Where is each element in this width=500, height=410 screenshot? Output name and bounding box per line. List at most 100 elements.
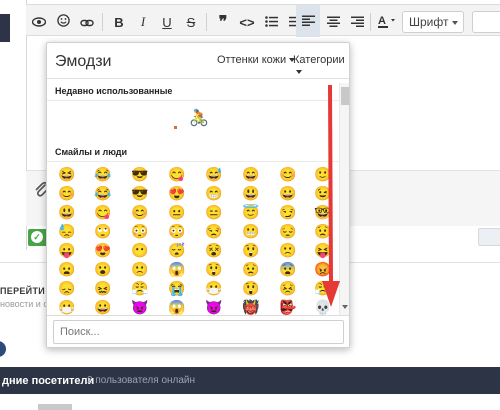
emoji-item[interactable]: 👺 (278, 298, 298, 316)
emoji-item[interactable]: 😞 (57, 279, 77, 297)
emoji-picker: Эмодзи Оттенки кожи Категории Недавно ис… (46, 42, 350, 348)
code-button[interactable]: <> (236, 11, 258, 33)
toolbar-divider (102, 13, 103, 31)
emoji-item[interactable]: 😃 (241, 184, 261, 202)
emoji-item[interactable]: 😑 (204, 203, 224, 221)
align-right-icon (350, 15, 364, 30)
emoji-picker-header: Эмодзи Оттенки кожи Категории (47, 43, 349, 79)
emoji-item[interactable]: 😲 (241, 279, 261, 297)
emoji-item[interactable]: 😣 (278, 279, 298, 297)
options-button[interactable] (478, 228, 500, 246)
emoji-item[interactable]: 👿 (130, 298, 150, 316)
emoji-item[interactable]: 😮 (93, 260, 113, 278)
emoji-item[interactable]: 😨 (278, 260, 298, 278)
emoji-item[interactable]: 😲 (204, 260, 224, 278)
recent-emoji[interactable]: 🚴 (189, 110, 209, 128)
font-select[interactable]: Шрифт (402, 11, 464, 33)
chevron-down-icon (452, 21, 458, 25)
emoji-item[interactable]: 😄 (241, 165, 261, 183)
text-color-button[interactable]: A (374, 11, 400, 33)
recent-section-title: Недавно использованные (55, 86, 173, 96)
underline-button[interactable]: U (156, 11, 178, 33)
visitors-count: 2 пользователя онлайн (87, 375, 196, 386)
emoji-item[interactable]: 😲 (241, 241, 261, 259)
align-right-button[interactable] (346, 11, 368, 33)
emoji-item[interactable]: 😷 (204, 279, 224, 297)
emoji-item[interactable]: 😃 (57, 203, 77, 221)
emoji-item[interactable]: 😊 (278, 165, 298, 183)
emoji-item[interactable]: 😴 (167, 241, 187, 259)
emoji-item[interactable]: 😔 (278, 222, 298, 240)
skin-tones-dropdown[interactable]: Оттенки кожи (217, 54, 296, 66)
emoji-item[interactable]: 😂 (93, 165, 113, 183)
emoji-item[interactable]: 😅 (204, 165, 224, 183)
emoji-item[interactable]: 😖 (93, 279, 113, 297)
page: B I U S ❞ <> A Шрифт ✓ ПЕРЕЙТИ К СПИ нов… (0, 0, 500, 410)
avatar (0, 14, 10, 42)
italic-button[interactable]: I (132, 11, 154, 33)
smileys-section-header: Смайлы и люди (47, 144, 339, 162)
quote-icon: ❞ (218, 14, 228, 31)
emoji-item[interactable]: 😎 (130, 165, 150, 183)
emoji-picker-title: Эмодзи (55, 53, 112, 70)
emoji-item[interactable]: 😁 (204, 184, 224, 202)
emoji-item[interactable]: 😛 (57, 241, 77, 259)
recent-emoji-small[interactable] (174, 126, 177, 129)
emoji-item[interactable]: 😵 (204, 241, 224, 259)
insert-link-button[interactable] (76, 11, 98, 33)
emoji-item[interactable]: 🙁 (278, 241, 298, 259)
emoji-item[interactable]: 😬 (241, 222, 261, 240)
align-left-button[interactable] (296, 5, 320, 37)
align-center-icon (326, 15, 340, 30)
emoji-item[interactable]: 😓 (57, 222, 77, 240)
emoji-item[interactable]: 😋 (93, 203, 113, 221)
check-icon: ✓ (31, 231, 43, 243)
bold-button[interactable]: B (108, 11, 130, 33)
recent-section-header: Недавно использованные (47, 83, 339, 101)
emoji-item[interactable]: 😇 (241, 203, 261, 221)
emoji-item[interactable]: 😐 (167, 203, 187, 221)
emoji-item[interactable]: 😭 (167, 279, 187, 297)
categories-dropdown[interactable]: Категории (293, 54, 349, 78)
emoji-item[interactable]: 😷 (57, 298, 77, 316)
emoji-item[interactable]: 😳 (167, 222, 187, 240)
emoji-item[interactable]: 😀 (93, 298, 113, 316)
emoji-item[interactable]: 😋 (167, 165, 187, 183)
align-center-button[interactable] (322, 11, 344, 33)
emoji-item[interactable]: 😱 (167, 260, 187, 278)
link-icon (80, 15, 94, 30)
emoji-item[interactable]: 😶 (130, 241, 150, 259)
underline-icon: U (162, 14, 172, 30)
emoji-search-input[interactable] (53, 320, 344, 344)
emoji-item[interactable]: 🙄 (93, 222, 113, 240)
emoji-item[interactable]: 👿 (204, 298, 224, 316)
emoji-item[interactable]: 😍 (167, 184, 187, 202)
emoji-item[interactable]: 😳 (130, 222, 150, 240)
emoji-item[interactable]: 😎 (130, 184, 150, 202)
font-size-select[interactable] (472, 11, 500, 33)
editor-toolbar: B I U S ❞ <> A Шрифт (26, 4, 500, 37)
font-select-label: Шрифт (409, 15, 449, 29)
emoji-item[interactable]: 😤 (130, 279, 150, 297)
emoji-item[interactable]: 😱 (167, 298, 187, 316)
preview-button[interactable] (28, 11, 50, 33)
skin-tones-label: Оттенки кожи (217, 54, 287, 66)
emoji-item[interactable]: 😦 (57, 260, 77, 278)
code-icon: <> (239, 14, 255, 30)
emoji-item[interactable]: 😆 (57, 165, 77, 183)
emoji-item[interactable]: 😊 (130, 203, 150, 221)
list-button[interactable] (260, 11, 282, 33)
emoji-item[interactable]: 😏 (278, 203, 298, 221)
emoji-item[interactable]: 🙁 (130, 260, 150, 278)
emoji-button[interactable] (52, 11, 74, 33)
emoji-item[interactable]: 😀 (278, 184, 298, 202)
emoji-item[interactable]: 😒 (204, 222, 224, 240)
strikethrough-button[interactable]: S (180, 11, 202, 33)
emoji-item[interactable]: 👹 (241, 298, 261, 316)
emoji-item[interactable]: 😂 (93, 184, 113, 202)
emoji-item[interactable]: 😊 (57, 184, 77, 202)
emoji-item[interactable]: 😍 (93, 241, 113, 259)
italic-icon: I (140, 14, 146, 29)
quote-button[interactable]: ❞ (212, 11, 234, 33)
emoji-item[interactable]: 😟 (241, 260, 261, 278)
